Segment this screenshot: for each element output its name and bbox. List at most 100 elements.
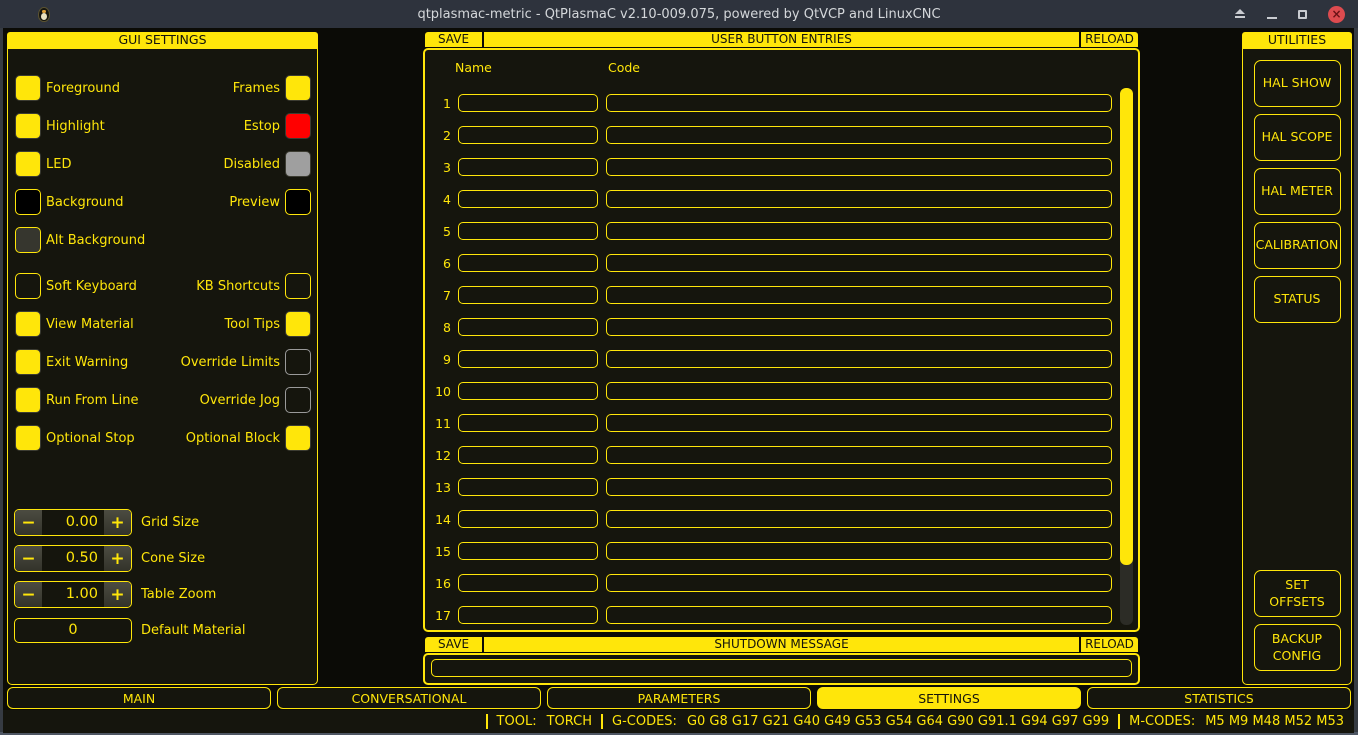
hal-meter-button[interactable]: HAL METER: [1254, 168, 1341, 215]
button-code-input[interactable]: [606, 446, 1112, 464]
button-code-input[interactable]: [606, 126, 1112, 144]
user-buttons-reload-button[interactable]: RELOAD: [1081, 32, 1138, 47]
button-code-input[interactable]: [606, 94, 1112, 112]
tab-parameters[interactable]: PARAMETERS: [547, 687, 811, 709]
set-offsets-button[interactable]: SET OFFSETS: [1254, 570, 1341, 617]
button-name-input[interactable]: [458, 574, 598, 592]
button-name-input[interactable]: [458, 286, 598, 304]
run-from-line-checkbox[interactable]: [15, 387, 41, 413]
code-column-header: Code: [608, 60, 640, 75]
spinner-decrement-button[interactable]: −: [15, 546, 42, 571]
button-code-input[interactable]: [606, 542, 1112, 560]
button-name-input[interactable]: [458, 382, 598, 400]
default-material-row: 0 Default Material: [14, 617, 311, 644]
backup-config-button[interactable]: BACKUP CONFIG: [1254, 624, 1341, 671]
status-button[interactable]: STATUS: [1254, 276, 1341, 323]
hal-scope-button[interactable]: HAL SCOPE: [1254, 114, 1341, 161]
button-name-input[interactable]: [458, 94, 598, 112]
spinner-value[interactable]: 0.00: [42, 510, 104, 535]
hal-show-button[interactable]: HAL SHOW: [1254, 60, 1341, 107]
alt-background-color-button[interactable]: [15, 227, 41, 253]
kb-shortcuts-checkbox[interactable]: [285, 273, 311, 299]
soft-keyboard-checkbox[interactable]: [15, 273, 41, 299]
setting-label: LED: [46, 157, 71, 172]
button-name-input[interactable]: [458, 190, 598, 208]
tool-tips-checkbox[interactable]: [285, 311, 311, 337]
button-code-input[interactable]: [606, 286, 1112, 304]
shutdown-reload-button[interactable]: RELOAD: [1081, 637, 1138, 652]
scrollbar-track[interactable]: [1120, 88, 1133, 625]
tab-statistics[interactable]: STATISTICS: [1087, 687, 1351, 709]
exit-warning-checkbox[interactable]: [15, 349, 41, 375]
gui-settings-spinners: − 0.00 + Grid Size − 0.50 + Cone Siz: [14, 509, 311, 653]
highlight-color-button[interactable]: [15, 113, 41, 139]
user-button-row: 12: [431, 439, 1112, 471]
button-code-input[interactable]: [606, 222, 1112, 240]
calibration-button[interactable]: CALIBRATION: [1254, 222, 1341, 269]
button-code-input[interactable]: [606, 510, 1112, 528]
user-button-row: 7: [431, 279, 1112, 311]
row-number: 4: [431, 192, 451, 207]
button-name-input[interactable]: [458, 510, 598, 528]
mcodes-value: M5 M9 M48 M52 M53: [1205, 714, 1344, 729]
keep-above-icon[interactable]: [1234, 9, 1246, 19]
row-number: 9: [431, 352, 451, 367]
button-name-input[interactable]: [458, 222, 598, 240]
scrollbar-thumb[interactable]: [1120, 88, 1133, 565]
tab-conversational[interactable]: CONVERSATIONAL: [277, 687, 541, 709]
spinner-decrement-button[interactable]: −: [15, 582, 42, 607]
button-name-input[interactable]: [458, 350, 598, 368]
row-number: 13: [431, 480, 451, 495]
button-code-input[interactable]: [606, 574, 1112, 592]
button-code-input[interactable]: [606, 190, 1112, 208]
spinner-increment-button[interactable]: +: [104, 510, 131, 535]
button-code-input[interactable]: [606, 414, 1112, 432]
button-name-input[interactable]: [458, 446, 598, 464]
button-name-input[interactable]: [458, 606, 598, 624]
button-code-input[interactable]: [606, 350, 1112, 368]
shutdown-save-button[interactable]: SAVE: [425, 637, 482, 652]
view-material-checkbox[interactable]: [15, 311, 41, 337]
spinner-increment-button[interactable]: +: [104, 546, 131, 571]
button-name-input[interactable]: [458, 542, 598, 560]
button-name-input[interactable]: [458, 158, 598, 176]
frames-color-button[interactable]: [285, 75, 311, 101]
button-name-input[interactable]: [458, 126, 598, 144]
override-limits-checkbox[interactable]: [285, 349, 311, 375]
button-code-input[interactable]: [606, 382, 1112, 400]
tab-settings[interactable]: SETTINGS: [817, 687, 1081, 709]
background-color-button[interactable]: [15, 189, 41, 215]
button-name-input[interactable]: [458, 478, 598, 496]
shutdown-message-input[interactable]: [431, 659, 1132, 677]
close-icon[interactable]: ×: [1328, 6, 1345, 23]
restore-icon[interactable]: [1298, 10, 1307, 19]
tab-main[interactable]: MAIN: [7, 687, 271, 709]
override-jog-checkbox[interactable]: [285, 387, 311, 413]
button-code-input[interactable]: [606, 318, 1112, 336]
button-name-input[interactable]: [458, 318, 598, 336]
separator: [1118, 714, 1120, 729]
shutdown-title: SHUTDOWN MESSAGE: [484, 637, 1079, 652]
foreground-color-button[interactable]: [15, 75, 41, 101]
button-name-input[interactable]: [458, 414, 598, 432]
default-material-input[interactable]: 0: [14, 618, 132, 643]
button-code-input[interactable]: [606, 478, 1112, 496]
button-code-input[interactable]: [606, 254, 1112, 272]
spinner-value[interactable]: 0.50: [42, 546, 104, 571]
button-code-input[interactable]: [606, 158, 1112, 176]
disabled-color-button[interactable]: [285, 151, 311, 177]
led-color-button[interactable]: [15, 151, 41, 177]
spinner-decrement-button[interactable]: −: [15, 510, 42, 535]
spinner-value[interactable]: 1.00: [42, 582, 104, 607]
optional-stop-checkbox[interactable]: [15, 425, 41, 451]
button-code-input[interactable]: [606, 606, 1112, 624]
minimize-icon[interactable]: [1267, 17, 1277, 19]
user-buttons-save-button[interactable]: SAVE: [425, 32, 482, 47]
estop-color-button[interactable]: [285, 113, 311, 139]
preview-color-button[interactable]: [285, 189, 311, 215]
gui-settings-panel: GUI SETTINGS Foreground Frames Highlight…: [7, 32, 318, 685]
button-name-input[interactable]: [458, 254, 598, 272]
user-button-row: 9: [431, 343, 1112, 375]
optional-block-checkbox[interactable]: [285, 425, 311, 451]
spinner-increment-button[interactable]: +: [104, 582, 131, 607]
